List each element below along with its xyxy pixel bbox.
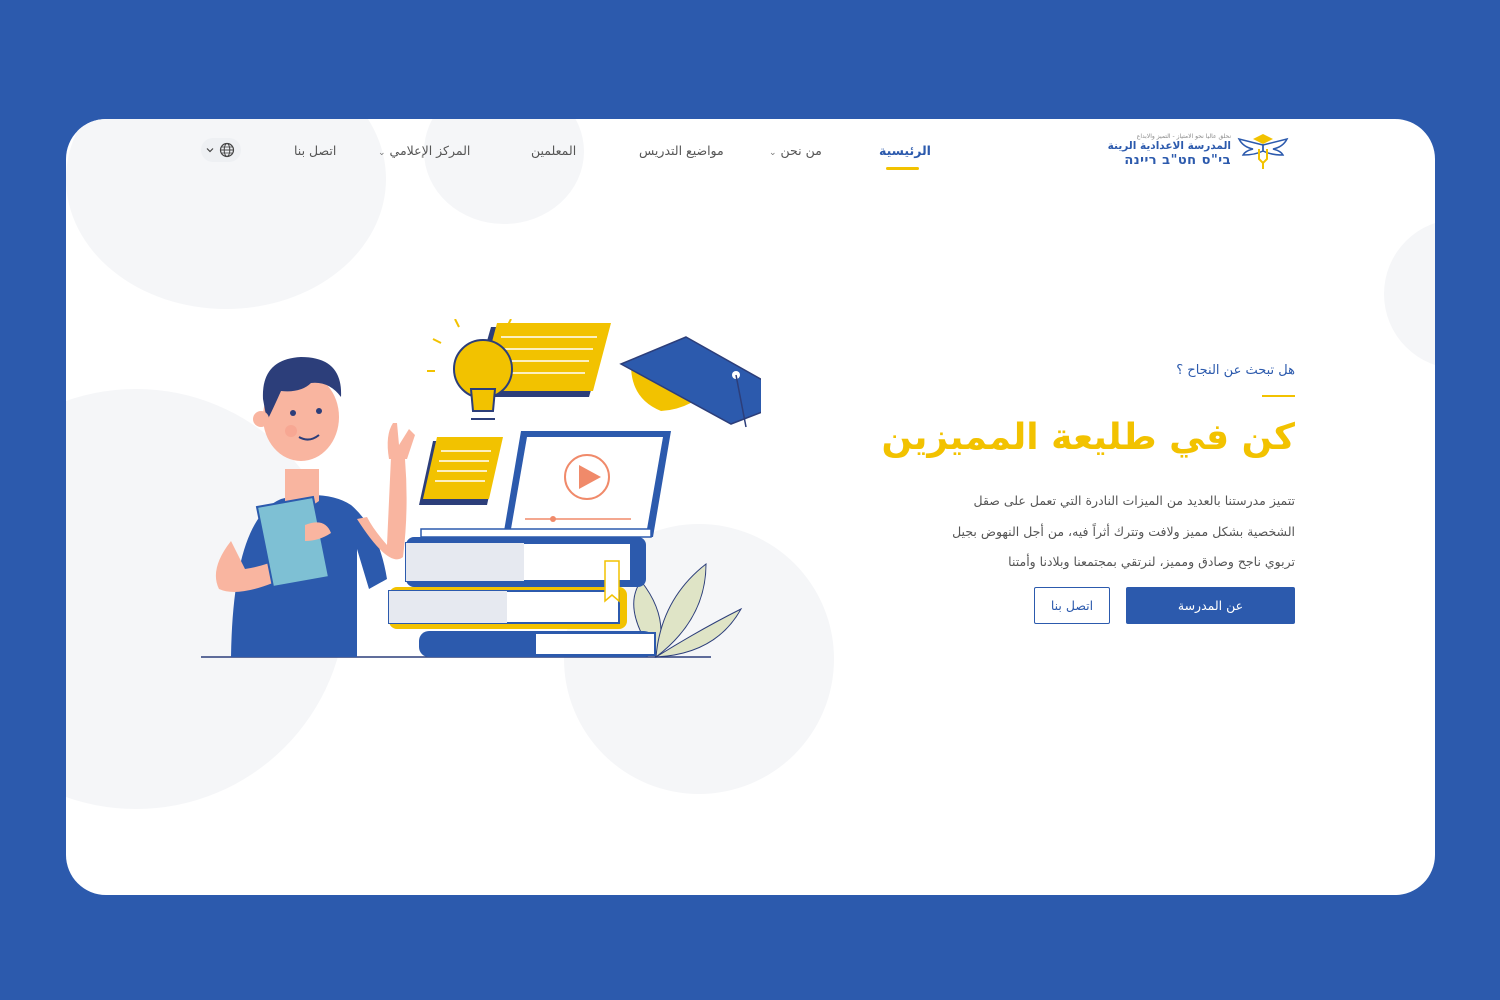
student-illustration: [201, 319, 761, 659]
main-card: نحلق عاليا نحو الامتياز - التميز والابدا…: [66, 119, 1435, 895]
about-school-button[interactable]: عن المدرسة: [1126, 587, 1295, 624]
hero-description-line: الشخصية بشكل مميز ولافت وتترك أثراً فيه،…: [952, 523, 1295, 539]
eyebrow-underline: [1262, 395, 1295, 397]
hero-description-line: تتميز مدرستنا بالعديد من الميزات النادرة…: [973, 493, 1296, 508]
nav-media-center[interactable]: المركز الإعلامي ⌄: [378, 143, 470, 158]
hero-eyebrow: هل تبحث عن النجاح ؟: [1176, 363, 1295, 378]
nav-active-indicator: [886, 167, 919, 170]
nav-teachers-label: المعلمين: [531, 143, 577, 158]
hero-description-line: تربوي ناجح وصادق ومميز، لنرتقي بمجتمعنا …: [1008, 554, 1295, 569]
hero-title: كن في طليعة المميزين: [881, 417, 1295, 458]
nav-about-label: من نحن: [780, 143, 822, 158]
nav-subjects-label: مواضيع التدريس: [639, 143, 724, 158]
nav-contact-label: اتصل بنا: [294, 143, 337, 158]
language-switcher[interactable]: [201, 138, 241, 162]
logo-tagline: نحلق عاليا نحو الامتياز - التميز والابدا…: [1136, 133, 1231, 140]
nav-teachers[interactable]: المعلمين: [531, 143, 576, 158]
contact-us-button[interactable]: اتصل بنا: [1034, 587, 1110, 624]
bg-circle: [1384, 219, 1435, 369]
nav-home[interactable]: الرئيسية: [879, 143, 931, 158]
bg-circle: [424, 119, 584, 224]
nav-about[interactable]: من نحن ⌄: [769, 143, 822, 158]
nav-home-label: الرئيسية: [879, 143, 931, 158]
chevron-down-icon: [206, 148, 214, 153]
winged-graduation-cap-logo-icon: [1237, 134, 1289, 169]
globe-icon: [219, 142, 235, 158]
logo-name-hebrew: בי"ס חט"ב ריינה: [1124, 153, 1231, 168]
hero-description: تتميز مدرستنا بالعديد من الميزات النادرة…: [935, 486, 1295, 578]
nav-contact[interactable]: اتصل بنا: [294, 143, 336, 158]
chevron-down-icon: ⌄: [769, 148, 777, 158]
nav-media-label: المركز الإعلامي: [389, 143, 471, 158]
nav-subjects[interactable]: مواضيع التدريس: [639, 143, 724, 158]
logo-name-arabic: المدرسة الاعدادية الرينة: [1107, 140, 1231, 152]
chevron-down-icon: ⌄: [378, 148, 386, 158]
school-logo[interactable]: نحلق عاليا نحو الامتياز - التميز والابدا…: [1108, 131, 1293, 171]
